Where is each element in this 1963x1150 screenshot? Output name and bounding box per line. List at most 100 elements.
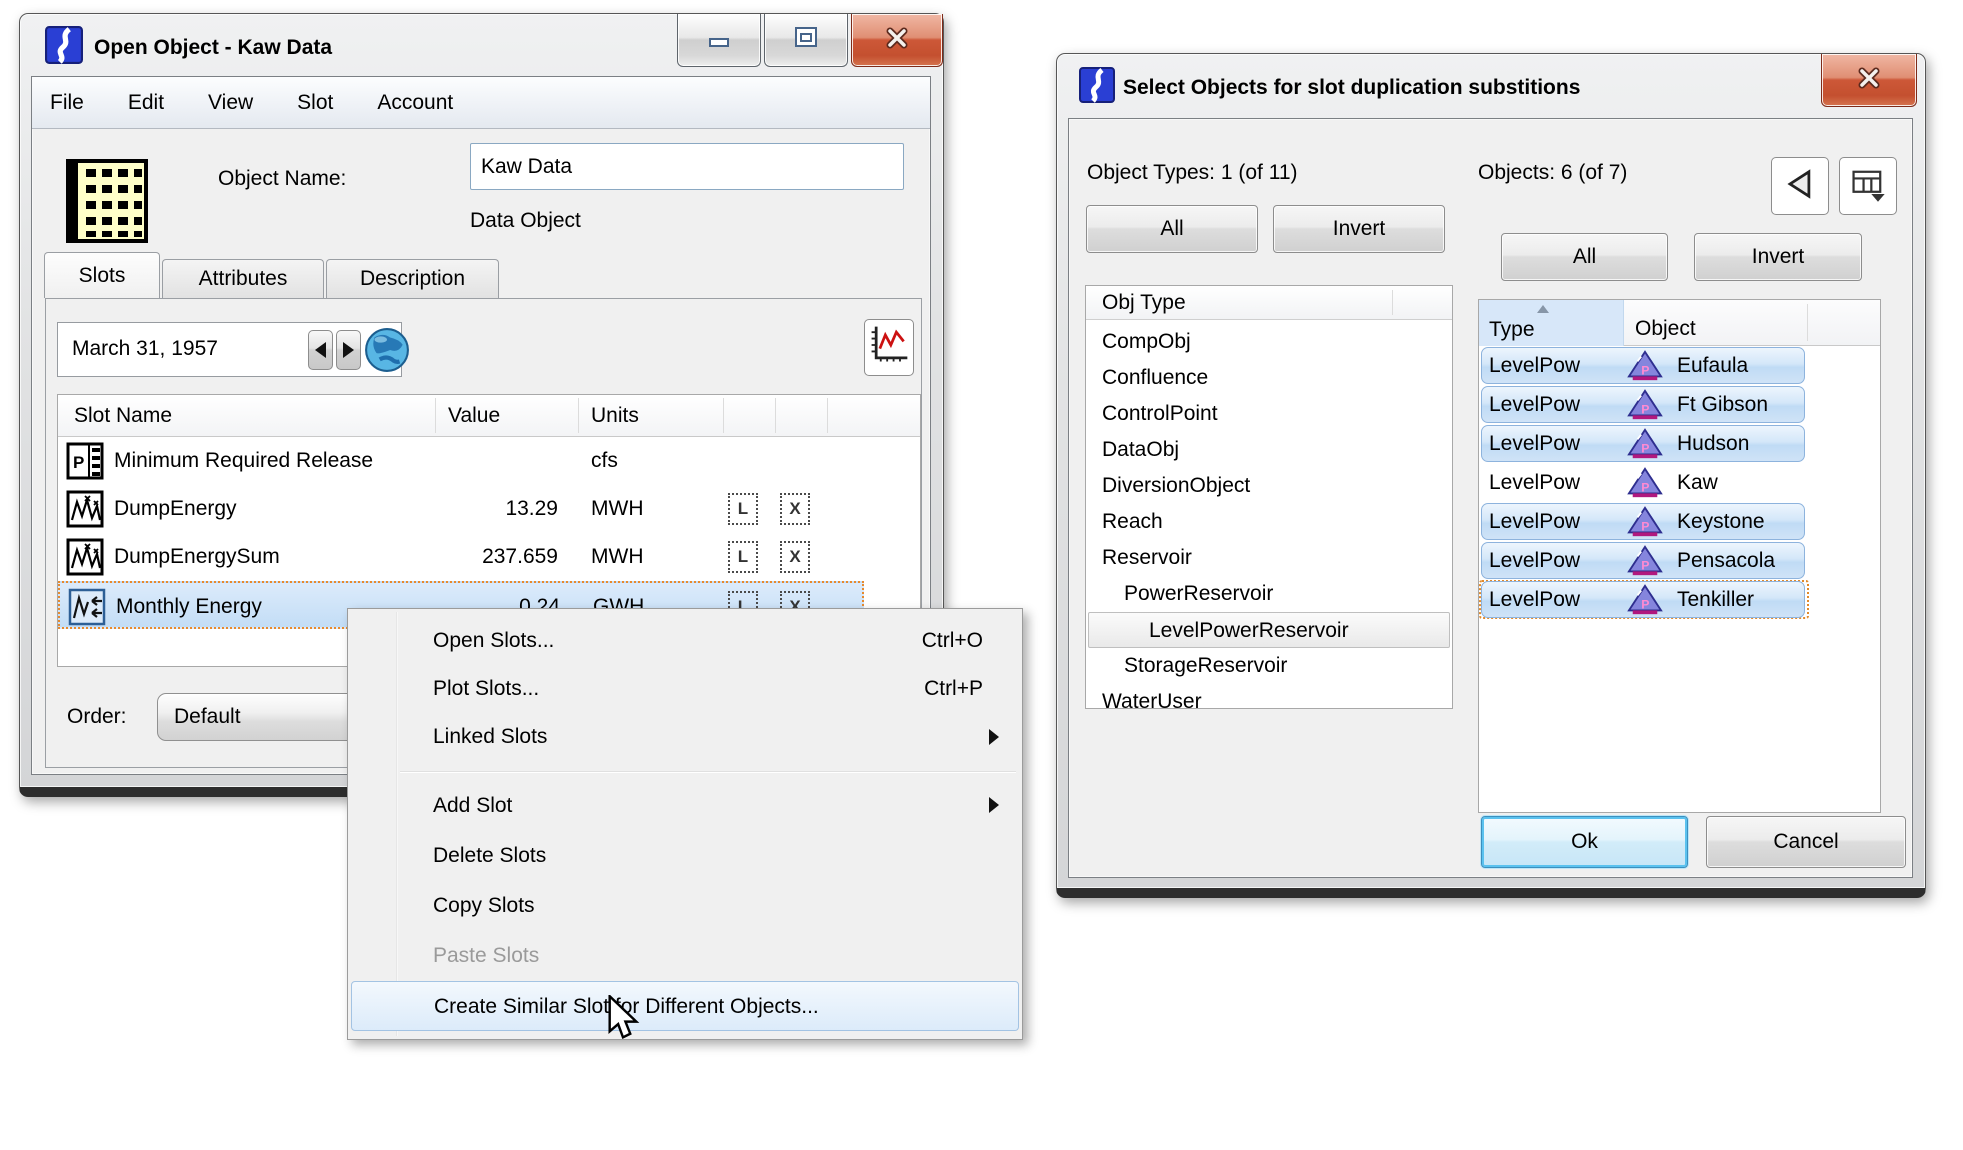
col-slot-name[interactable]: Slot Name	[74, 395, 172, 437]
cancel-button-label: Cancel	[1773, 830, 1838, 854]
level-power-reservoir-icon: P	[1625, 544, 1665, 578]
menu-account[interactable]: Account	[377, 91, 453, 115]
objects-table: Type Object LevelPowPEufaulaLevelPowPFt …	[1478, 299, 1881, 813]
object-row-eufaula[interactable]: LevelPowPEufaula	[1479, 346, 1880, 385]
close-button[interactable]	[851, 14, 943, 67]
type-item-dataobj[interactable]: DataObj	[1086, 432, 1452, 468]
cancel-button[interactable]: Cancel	[1706, 816, 1906, 868]
menu-edit[interactable]: Edit	[128, 91, 164, 115]
next-timestep-button[interactable]	[336, 330, 361, 370]
object-row-hudson[interactable]: LevelPowPHudson	[1479, 424, 1880, 463]
object-row-kaw[interactable]: LevelPowPKaw	[1479, 463, 1880, 502]
object-row-keystone[interactable]: LevelPowPKeystone	[1479, 502, 1880, 541]
plot-icon	[867, 321, 911, 374]
data-object-icon	[60, 155, 152, 252]
collapse-left-button[interactable]	[1771, 157, 1829, 215]
type-item-controlpoint[interactable]: ControlPoint	[1086, 396, 1452, 432]
periodic-slot-icon: P	[66, 442, 104, 480]
menu-item-label: Plot Slots...	[433, 665, 539, 713]
object-column-header[interactable]: Object	[1635, 317, 1696, 341]
type-item-powerreservoir[interactable]: PowerReservoir	[1086, 576, 1452, 612]
type-item-label: DiversionObject	[1102, 474, 1250, 497]
menu-separator	[400, 771, 1016, 773]
slot-value: 237.659	[408, 533, 568, 581]
col-units[interactable]: Units	[591, 395, 639, 437]
object-type-text: Data Object	[470, 209, 581, 233]
type-item-reservoir[interactable]: Reservoir	[1086, 540, 1452, 576]
menu-shortcut: Ctrl+P	[924, 665, 983, 713]
level-power-reservoir-icon: P	[1625, 505, 1665, 539]
menu-item-delete-slots[interactable]: Delete Slots	[351, 831, 1019, 881]
maximize-button[interactable]	[764, 14, 848, 67]
object-type-list: Obj Type CompObj ConfluenceControlPointDa…	[1085, 285, 1453, 709]
ok-button-label: Ok	[1571, 830, 1598, 854]
slot-name: DumpEnergy	[114, 485, 237, 533]
ok-button[interactable]: Ok	[1481, 816, 1688, 868]
menu-view[interactable]: View	[208, 91, 253, 115]
slot-value: 13.29	[408, 485, 568, 533]
menu-slot[interactable]: Slot	[297, 91, 333, 115]
order-label: Order:	[67, 705, 127, 729]
minimize-button[interactable]	[677, 14, 761, 67]
type-item-label: LevelPowerReservoir	[1149, 619, 1349, 642]
mouse-cursor-icon	[606, 995, 640, 1046]
table-options-button[interactable]	[1839, 157, 1897, 215]
close-button[interactable]	[1821, 54, 1917, 107]
link-flag-icon[interactable]: L	[728, 541, 758, 573]
slot-row-minimum-required-release[interactable]: PMinimum Required Releasecfs	[58, 437, 921, 485]
object-name-input[interactable]: Kaw Data	[470, 143, 904, 190]
object-row-tenkiller[interactable]: LevelPowPTenkiller	[1479, 580, 1880, 619]
svg-text:P: P	[1641, 598, 1649, 612]
type-column-header[interactable]: Type	[1479, 300, 1624, 346]
types-invert-button[interactable]: Invert	[1273, 205, 1445, 253]
globe-icon	[364, 360, 410, 377]
obj-type-header[interactable]: Obj Type	[1086, 286, 1452, 320]
menu-item-plot-slots[interactable]: Plot Slots... Ctrl+P	[351, 665, 1019, 713]
object-row-pensacola[interactable]: LevelPowPPensacola	[1479, 541, 1880, 580]
object-name-cell: Hudson	[1677, 424, 1749, 463]
menu-item-open-slots[interactable]: Open Slots...Ctrl+O	[351, 617, 1019, 665]
type-item-reach[interactable]: Reach	[1086, 504, 1452, 540]
slot-row-dumpenergy[interactable]: DumpEnergy13.29MWHLX	[58, 485, 921, 533]
type-item-wateruser[interactable]: WaterUser	[1086, 684, 1452, 709]
next-icon	[343, 342, 354, 358]
tab-description[interactable]: Description	[326, 259, 499, 298]
menu-item-label: Linked Slots	[433, 713, 547, 761]
global-time-button[interactable]	[364, 327, 410, 373]
menu-shortcut: Ctrl+O	[922, 617, 983, 665]
type-item-storagereservoir[interactable]: StorageReservoir	[1086, 648, 1452, 684]
slot-name: DumpEnergySum	[114, 533, 280, 581]
menu-item-linked-slots[interactable]: Linked Slots	[351, 713, 1019, 761]
object-type-cell: LevelPow	[1489, 580, 1580, 619]
menu-file[interactable]: File	[50, 91, 84, 115]
type-item-confluence[interactable]: Confluence	[1086, 360, 1452, 396]
menu-item-add-slot[interactable]: Add Slot	[351, 781, 1019, 831]
object-row-ft-gibson[interactable]: LevelPowPFt Gibson	[1479, 385, 1880, 424]
prev-timestep-button[interactable]	[308, 330, 333, 370]
value-flag-icon[interactable]: X	[780, 541, 810, 573]
types-all-button[interactable]: All	[1086, 205, 1258, 253]
col-value[interactable]: Value	[448, 395, 500, 437]
menu-item-create-similar-slot-for-different-objects[interactable]: Create Similar Slot for Different Object…	[351, 981, 1019, 1031]
type-item-compobj[interactable]: CompObj	[1086, 324, 1452, 360]
tab-slots[interactable]: Slots	[44, 252, 160, 298]
objects-all-button[interactable]: All	[1501, 233, 1668, 281]
object-type-cell: LevelPow	[1489, 424, 1580, 463]
object-name-value: Kaw Data	[481, 155, 572, 179]
sort-asc-icon	[1537, 305, 1549, 313]
svg-text:P: P	[1641, 520, 1649, 534]
tab-attributes[interactable]: Attributes	[162, 259, 324, 298]
object-type-cell: LevelPow	[1489, 346, 1580, 385]
type-item-levelpowerreservoir[interactable]: LevelPowerReservoir	[1088, 612, 1450, 648]
objects-invert-button[interactable]: Invert	[1694, 233, 1862, 281]
menu-item-copy-slots[interactable]: Copy Slots	[351, 881, 1019, 931]
type-item-label: CompObj	[1102, 330, 1191, 353]
datetime-spinner[interactable]: March 31, 1957	[57, 322, 402, 377]
plot-button[interactable]	[864, 319, 914, 376]
close-icon	[877, 23, 917, 58]
type-item-diversionobject[interactable]: DiversionObject	[1086, 468, 1452, 504]
minimize-icon	[704, 23, 734, 58]
value-flag-icon[interactable]: X	[780, 493, 810, 525]
slot-row-dumpenergysum[interactable]: DumpEnergySum237.659MWHLX	[58, 533, 921, 581]
link-flag-icon[interactable]: L	[728, 493, 758, 525]
